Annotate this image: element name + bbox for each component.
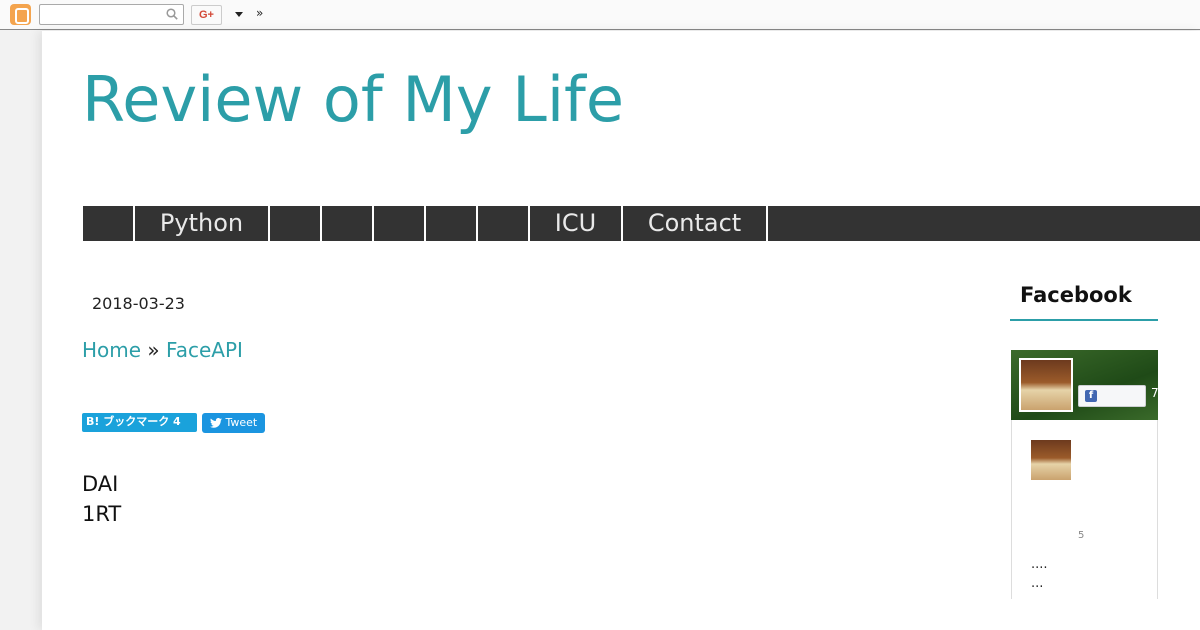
menu-item-5[interactable] — [374, 206, 426, 241]
facebook-like-button[interactable]: f — [1078, 385, 1146, 407]
tweet-button[interactable]: Tweet — [202, 413, 265, 433]
menu-item-3[interactable] — [270, 206, 322, 241]
breadcrumb-home-link[interactable]: Home — [82, 338, 141, 362]
blogger-logo-icon[interactable] — [10, 4, 31, 25]
blog-title[interactable]: Review of My Life — [82, 63, 624, 136]
menu-item-4[interactable] — [322, 206, 374, 241]
menu-item-icu[interactable]: ICU — [530, 206, 623, 241]
hatena-bookmark-button[interactable]: B! ブックマーク 4 — [82, 413, 197, 432]
facebook-post-text: .... — [1031, 557, 1048, 572]
post-body-line: 1RT — [82, 502, 122, 526]
navbar-search-input[interactable] — [39, 4, 184, 25]
more-link[interactable]: » — [256, 6, 263, 20]
facebook-widget-heading: Facebook — [1020, 283, 1132, 307]
chevron-down-icon[interactable] — [235, 12, 243, 17]
facebook-like-count: 7 — [1151, 386, 1159, 400]
menu-item-1[interactable] — [83, 206, 135, 241]
search-icon[interactable] — [166, 8, 178, 20]
facebook-post-avatar[interactable] — [1031, 440, 1071, 480]
menu-item-python[interactable]: Python — [135, 206, 270, 241]
post-body-line: DAI — [82, 472, 119, 496]
google-plus-button[interactable]: G+ — [191, 5, 222, 25]
breadcrumb-current-link[interactable]: FaceAPI — [166, 338, 243, 362]
twitter-bird-icon — [210, 418, 222, 428]
main-menu: Python ICU Contact — [83, 206, 1200, 241]
post-body: DAI 1RT — [82, 469, 121, 529]
facebook-page-avatar[interactable] — [1019, 358, 1073, 412]
menu-item-contact[interactable]: Contact — [623, 206, 768, 241]
menu-item-7[interactable] — [478, 206, 530, 241]
breadcrumb: Home » FaceAPI — [82, 338, 243, 362]
breadcrumb-separator: » — [147, 338, 160, 362]
blogger-navbar: G+ » — [0, 0, 1200, 30]
menu-item-6[interactable] — [426, 206, 478, 241]
heading-divider — [1010, 319, 1158, 321]
tweet-label: Tweet — [225, 416, 258, 429]
post-date: 2018-03-23 — [92, 294, 185, 313]
facebook-post-text: ... — [1031, 576, 1044, 591]
facebook-post-number: 5 — [1078, 530, 1085, 541]
facebook-icon: f — [1085, 390, 1097, 402]
